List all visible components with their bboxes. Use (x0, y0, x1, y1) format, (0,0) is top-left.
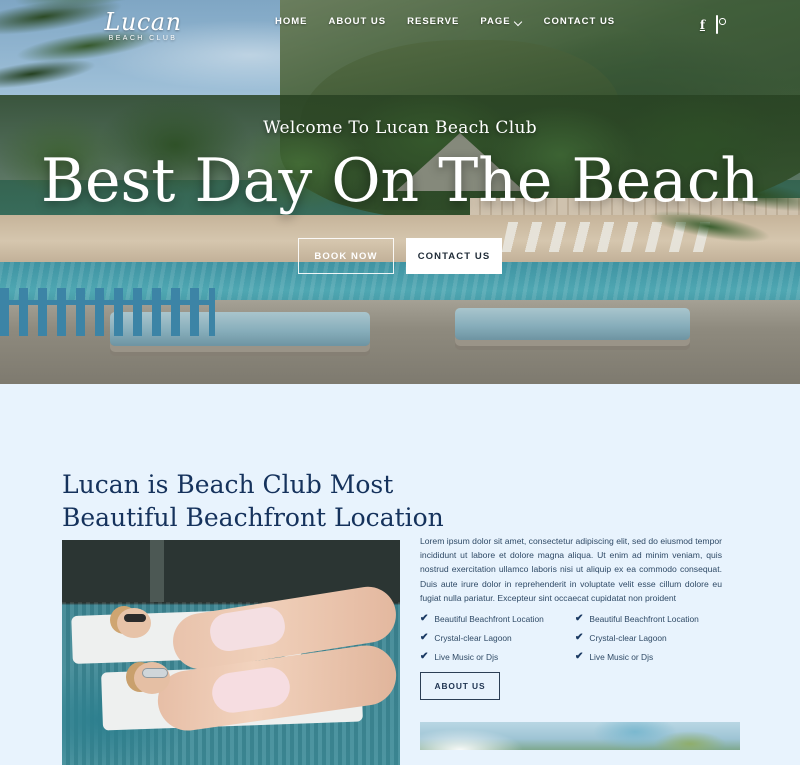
about-photo-inner (62, 540, 400, 765)
feature-label: Live Music or Djs (589, 651, 654, 662)
hero-content: Welcome To Lucan Beach Club Best Day On … (0, 0, 800, 384)
feature-item: ✔ Live Music or Djs (575, 647, 720, 666)
check-icon: ✔ (575, 631, 584, 643)
sunglasses-front (142, 668, 168, 678)
about-photo (62, 540, 400, 765)
instagram-icon[interactable] (716, 15, 718, 34)
nav-links: HOME ABOUT US RESERVE PAGE CONTACT US (275, 16, 615, 27)
check-icon: ✔ (420, 631, 429, 643)
sunglasses-back (124, 614, 146, 622)
photo-wall-column (150, 540, 164, 602)
feature-column-left: ✔ Beautiful Beachfront Location ✔ Crysta… (420, 609, 565, 666)
feature-list: ✔ Beautiful Beachfront Location ✔ Crysta… (420, 609, 740, 666)
feature-item: ✔ Beautiful Beachfront Location (420, 609, 565, 628)
feature-label: Crystal-clear Lagoon (589, 632, 667, 643)
site-logo[interactable]: Lucan BEACH CLUB (88, 10, 198, 42)
about-heading-line1: Lucan is Beach Club Most (62, 470, 394, 499)
feature-label: Beautiful Beachfront Location (589, 613, 699, 624)
feature-column-right: ✔ Beautiful Beachfront Location ✔ Crysta… (575, 609, 720, 666)
head-back (117, 608, 151, 638)
feature-label: Live Music or Djs (434, 651, 499, 662)
check-icon: ✔ (420, 612, 429, 624)
about-section: Lucan is Beach Club Most Beautiful Beach… (0, 384, 800, 765)
check-icon: ✔ (575, 650, 584, 662)
check-icon: ✔ (575, 612, 584, 624)
hero-buttons: BOOK NOW CONTACT US (0, 238, 800, 274)
logo-wordmark: Lucan (104, 8, 182, 36)
hero-title: Best Day On The Beach (40, 146, 760, 216)
contact-us-button[interactable]: CONTACT US (406, 238, 502, 274)
feature-item: ✔ Crystal-clear Lagoon (420, 628, 565, 647)
secondary-photo (420, 722, 740, 750)
feature-item: ✔ Live Music or Djs (420, 647, 565, 666)
logo-tagline: BEACH CLUB (108, 35, 178, 42)
facebook-icon[interactable]: f (700, 19, 705, 31)
about-paragraph: Lorem ipsum dolor sit amet, consectetur … (420, 536, 722, 603)
nav-item-reserve[interactable]: RESERVE (407, 16, 459, 27)
feature-item: ✔ Crystal-clear Lagoon (575, 628, 720, 647)
instagram-glyph (716, 15, 718, 34)
hero-eyebrow: Welcome To Lucan Beach Club (263, 118, 537, 138)
feature-label: Beautiful Beachfront Location (434, 613, 544, 624)
social-links: f (700, 15, 718, 34)
about-heading-line2: Beautiful Beachfront Location (62, 503, 444, 532)
about-heading: Lucan is Beach Club Most Beautiful Beach… (62, 468, 482, 534)
main-navigation: Lucan BEACH CLUB HOME ABOUT US RESERVE P… (0, 0, 800, 48)
feature-label: Crystal-clear Lagoon (434, 632, 512, 643)
chevron-down-icon (515, 18, 523, 26)
about-us-button[interactable]: ABOUT US (420, 672, 500, 700)
hero-section: Lucan BEACH CLUB HOME ABOUT US RESERVE P… (0, 0, 800, 384)
nav-item-page[interactable]: PAGE (480, 16, 522, 27)
book-now-button[interactable]: BOOK NOW (298, 238, 394, 274)
check-icon: ✔ (420, 650, 429, 662)
feature-item: ✔ Beautiful Beachfront Location (575, 609, 720, 628)
nav-item-contact-us[interactable]: CONTACT US (544, 16, 616, 27)
nav-item-home[interactable]: HOME (275, 16, 308, 27)
nav-item-page-label: PAGE (480, 16, 511, 27)
nav-item-about-us[interactable]: ABOUT US (329, 16, 387, 27)
head-front (134, 662, 170, 694)
